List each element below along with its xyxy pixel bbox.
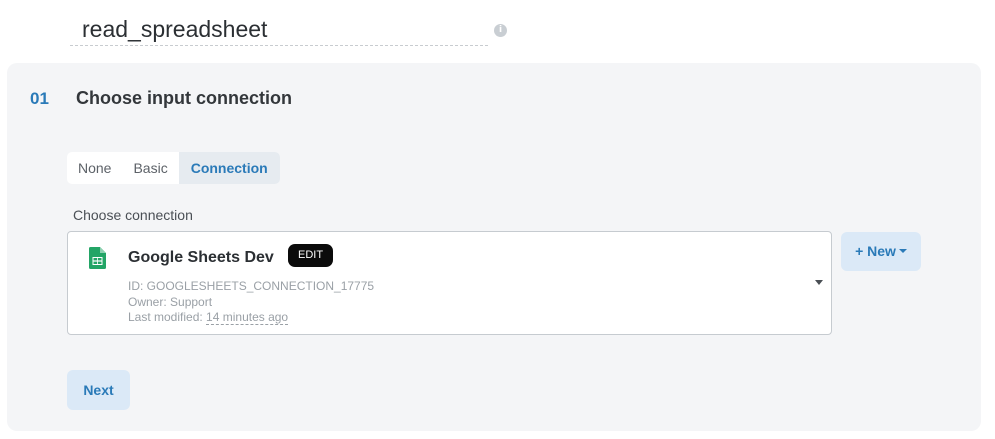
new-connection-button[interactable]: + New <box>841 232 921 271</box>
edit-connection-button[interactable]: EDIT <box>288 244 334 267</box>
auth-type-tabs: None Basic Connection <box>67 152 280 184</box>
tab-basic[interactable]: Basic <box>122 152 178 184</box>
connection-owner: Owner: Support <box>128 295 213 309</box>
modified-time[interactable]: 14 minutes ago <box>206 310 289 325</box>
step-title: Choose input connection <box>76 88 292 108</box>
next-button[interactable]: Next <box>67 370 130 410</box>
choose-connection-label: Choose connection <box>73 207 193 223</box>
connection-name: Google Sheets Dev <box>128 249 274 266</box>
step-panel: 01 Choose input connection None Basic Co… <box>7 63 981 431</box>
chevron-down-icon[interactable] <box>815 280 823 285</box>
modified-label: Last modified: <box>128 310 207 324</box>
step-name-input[interactable] <box>70 14 488 46</box>
connection-select[interactable]: Google Sheets Dev EDIT ID: GOOGLESHEETS_… <box>67 231 832 335</box>
google-sheets-icon <box>89 247 106 269</box>
connection-modified: Last modified: 14 minutes ago <box>128 310 289 325</box>
new-button-label: + New <box>855 243 896 259</box>
caret-down-icon <box>898 249 907 254</box>
step-name-row: i <box>70 14 510 50</box>
info-icon[interactable]: i <box>494 24 507 37</box>
tab-connection[interactable]: Connection <box>178 152 280 184</box>
connection-id: ID: GOOGLESHEETS_CONNECTION_17775 <box>128 279 375 293</box>
tab-none[interactable]: None <box>67 152 122 184</box>
step-number: 01 <box>30 89 49 108</box>
